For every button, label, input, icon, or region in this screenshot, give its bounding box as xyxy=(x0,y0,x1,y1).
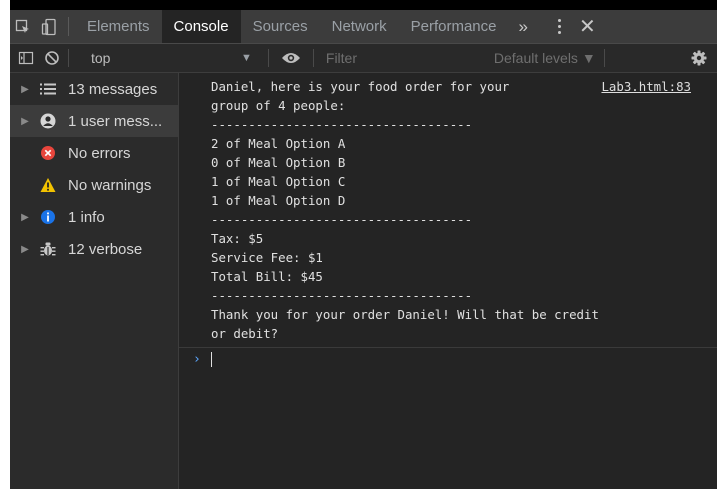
inspect-element-icon[interactable] xyxy=(10,10,36,43)
prompt-chevron-icon: › xyxy=(193,351,201,367)
console-line: ----------------------------------- xyxy=(211,288,473,303)
console-line: group of 4 people: xyxy=(211,98,346,113)
sidebar-item-info[interactable]: ▶ 1 info xyxy=(10,201,178,233)
tab-performance[interactable]: Performance xyxy=(399,10,509,43)
sidebar-item-label: 13 messages xyxy=(68,80,158,98)
sidebar-item-verbose[interactable]: ▶ 12 verbose xyxy=(10,233,178,265)
tab-separator xyxy=(68,17,69,36)
sidebar-item-errors[interactable]: No errors xyxy=(10,137,178,169)
toolbar-separator xyxy=(312,49,314,67)
sidebar-toggle-icon[interactable] xyxy=(18,50,34,66)
filter-input[interactable] xyxy=(321,48,478,68)
console-line: or debit? xyxy=(211,326,279,341)
console-line: 2 of Meal Option A xyxy=(211,136,346,151)
more-tabs-button[interactable]: » xyxy=(509,10,538,43)
tab-elements[interactable]: Elements xyxy=(75,10,162,43)
clear-console-icon[interactable] xyxy=(44,50,60,66)
console-output[interactable]: Lab3.html:83 Daniel, here is your food o… xyxy=(179,73,717,489)
expand-arrow-icon[interactable]: ▶ xyxy=(14,212,36,223)
tab-console[interactable]: Console xyxy=(161,10,241,43)
source-link[interactable]: Lab3.html:83 xyxy=(601,77,691,96)
list-icon xyxy=(36,83,60,95)
toolbar-separator xyxy=(68,49,69,67)
devtools-panel: Elements Console Sources Network Perform… xyxy=(10,10,717,489)
sidebar-item-label: 1 user mess... xyxy=(68,112,163,130)
sidebar-item-label: No errors xyxy=(68,144,131,162)
sidebar-item-label: 12 verbose xyxy=(68,240,143,258)
log-levels-dropdown[interactable]: Default levels ▼ xyxy=(494,50,596,66)
devtools-tab-bar: Elements Console Sources Network Perform… xyxy=(10,10,717,44)
toolbar-separator xyxy=(603,49,605,67)
toolbar-separator xyxy=(267,49,269,67)
expand-arrow-icon[interactable]: ▶ xyxy=(14,116,36,127)
console-message: Lab3.html:83 Daniel, here is your food o… xyxy=(179,73,717,348)
sidebar-item-warnings[interactable]: No warnings xyxy=(10,169,178,201)
gear-icon[interactable] xyxy=(691,50,707,66)
context-dropdown-icon[interactable]: ▼ xyxy=(241,52,252,64)
console-line: 1 of Meal Option C xyxy=(211,174,346,189)
sidebar-item-label: 1 info xyxy=(68,208,105,226)
kebab-menu-icon[interactable] xyxy=(538,10,571,43)
close-icon[interactable]: ✕ xyxy=(571,10,602,43)
console-prompt[interactable]: › xyxy=(179,348,717,370)
expand-arrow-icon[interactable]: ▶ xyxy=(14,244,36,255)
console-line: ----------------------------------- xyxy=(211,117,473,132)
sidebar-item-messages[interactable]: ▶ 13 messages xyxy=(10,73,178,105)
tab-sources[interactable]: Sources xyxy=(241,10,320,43)
console-sidebar: ▶ 13 messages ▶ 1 user mess... No errors… xyxy=(10,73,179,489)
sidebar-item-user-messages[interactable]: ▶ 1 user mess... xyxy=(10,105,178,137)
device-toolbar-icon[interactable] xyxy=(36,10,62,43)
console-line: Thank you for your order Daniel! Will th… xyxy=(211,307,599,322)
console-toolbar: top ▼ Default levels ▼ xyxy=(10,44,717,73)
tab-network[interactable]: Network xyxy=(320,10,399,43)
console-line: 1 of Meal Option D xyxy=(211,193,346,208)
console-line: 0 of Meal Option B xyxy=(211,155,346,170)
console-line: Service Fee: $1 xyxy=(211,250,323,265)
eye-icon[interactable] xyxy=(281,51,301,65)
console-line: ----------------------------------- xyxy=(211,212,473,227)
console-line: Total Bill: $45 xyxy=(211,269,323,284)
window-top-strip xyxy=(10,0,717,10)
warning-icon xyxy=(36,177,60,193)
user-icon xyxy=(36,113,60,129)
expand-arrow-icon[interactable]: ▶ xyxy=(14,84,36,95)
bug-icon xyxy=(36,241,60,257)
text-cursor xyxy=(211,351,212,367)
sidebar-item-label: No warnings xyxy=(68,176,152,194)
info-icon xyxy=(36,209,60,225)
context-selector[interactable]: top xyxy=(91,50,241,66)
error-icon xyxy=(36,145,60,161)
console-line: Tax: $5 xyxy=(211,231,264,246)
